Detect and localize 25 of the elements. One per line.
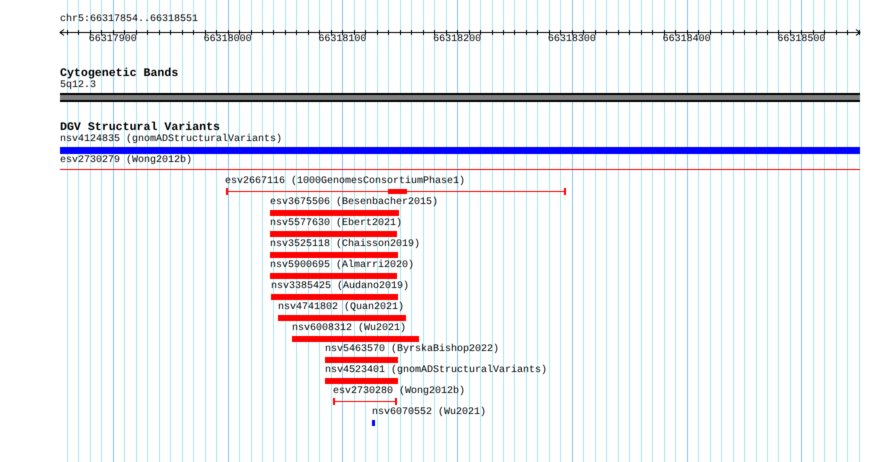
ruler-tick-label: 66318200 bbox=[433, 34, 482, 46]
ruler-tick-label: 66318400 bbox=[662, 34, 711, 46]
feature-label: 5q12.3 bbox=[60, 80, 96, 92]
track-title: DGV Structural Variants bbox=[60, 122, 220, 134]
feature-label: nsv6070552 (Wu2021) bbox=[372, 407, 486, 419]
feature-label: esv2667116 (1000GenomesConsortiumPhase1) bbox=[225, 176, 466, 188]
feature-label: nsv4523401 (gnomADStructuralVariants) bbox=[325, 365, 548, 377]
feature-label: esv2730280 (Wong2012b) bbox=[333, 386, 466, 398]
track-title: Cytogenetic Bands bbox=[60, 68, 178, 80]
feature-label: esv3675506 (Besenbacher2015) bbox=[270, 197, 438, 209]
location-label: chr5:66317854..66318551 bbox=[60, 14, 198, 26]
feature-label: nsv5900695 (Almarri2020) bbox=[270, 260, 414, 272]
ruler-tick-label: 66318500 bbox=[777, 34, 826, 46]
feature-label: nsv5463570 (ByrskaBishop2022) bbox=[325, 344, 500, 356]
feature-label: nsv6008312 (Wu2021) bbox=[292, 323, 406, 335]
feature-label: nsv3525118 (Chaisson2019) bbox=[270, 239, 420, 251]
feature-label: nsv4124835 (gnomADStructuralVariants) bbox=[60, 134, 282, 146]
ruler-tick-label: 66318100 bbox=[318, 34, 366, 46]
ruler-tick-label: 66318000 bbox=[204, 34, 252, 46]
ruler-tick-label: 66317900 bbox=[88, 34, 137, 46]
feature-label: nsv5577630 (Ebert2021) bbox=[270, 218, 402, 230]
feature-label: esv2730279 (Wong2012b) bbox=[60, 155, 192, 167]
feature-label: nsv4741802 (Quan2021) bbox=[278, 302, 404, 314]
feature-label: nsv3385425 (Audano2019) bbox=[271, 281, 410, 293]
ruler-tick-label: 66318300 bbox=[548, 34, 596, 46]
